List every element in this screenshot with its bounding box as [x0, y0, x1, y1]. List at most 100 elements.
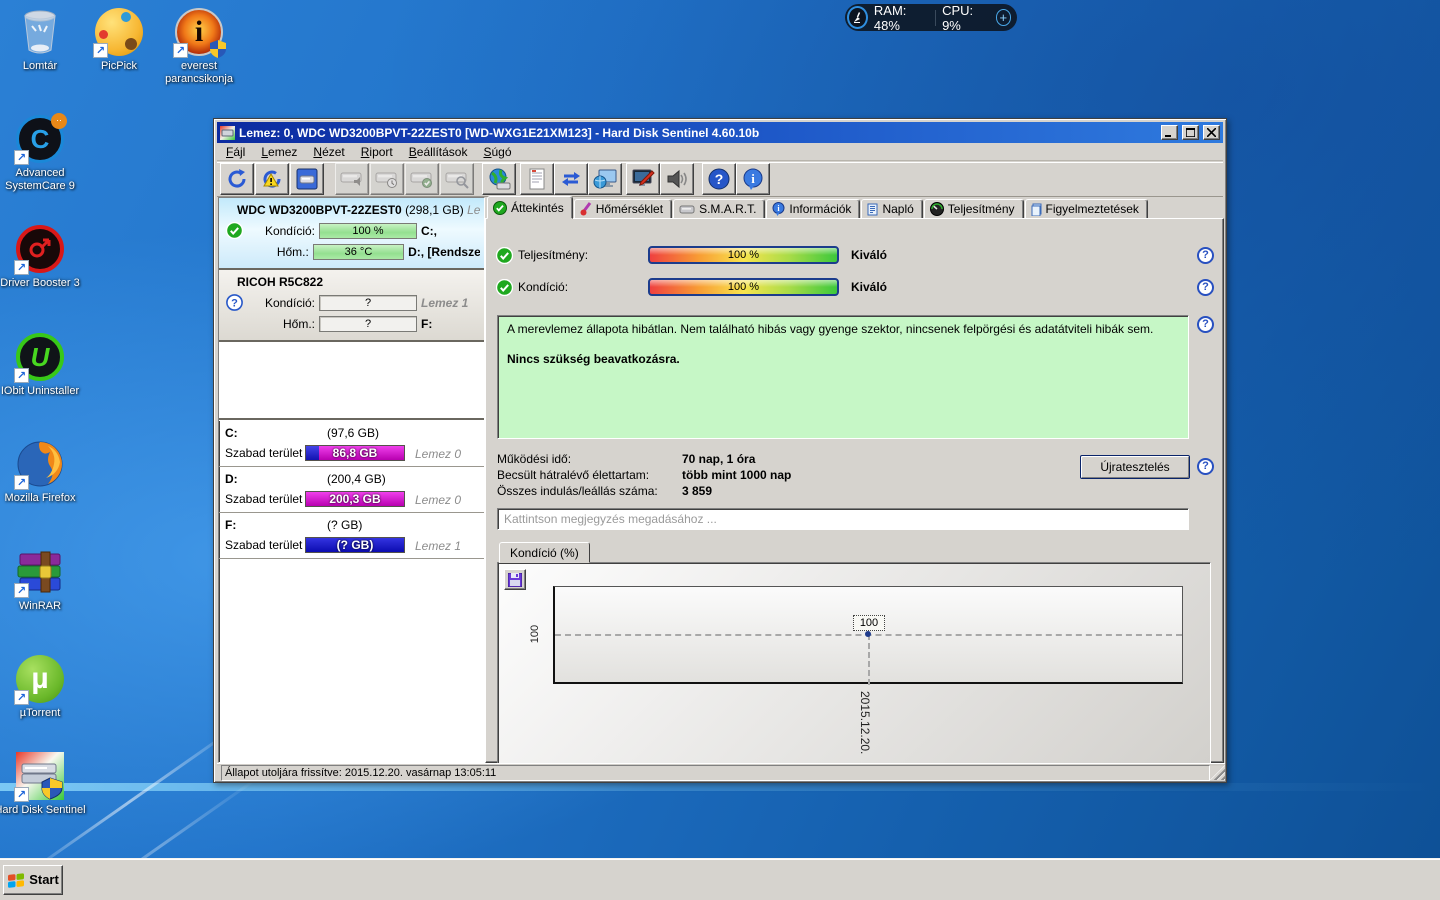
- sync-button[interactable]: [554, 163, 588, 195]
- shortcut-arrow-icon: ↗: [14, 787, 29, 802]
- status-unknown-icon: ?: [223, 294, 245, 311]
- desktop-icon-label: IObit Uninstaller: [0, 385, 80, 397]
- chart-tab-condition[interactable]: Kondíció (%): [499, 542, 590, 563]
- desktop-icon-everest[interactable]: i ↗ everest parancsikonja: [153, 8, 245, 86]
- settings-button[interactable]: [626, 163, 660, 195]
- performance-monitor-widget[interactable]: RAM: 48% CPU: 9% +: [845, 2, 1017, 33]
- desktop-icon-driver-booster[interactable]: ↗ Driver Booster 3: [0, 225, 86, 290]
- help-button[interactable]: ?: [702, 163, 736, 195]
- svg-text:?: ?: [715, 171, 724, 187]
- overview-content: Teljesítmény: 100 % Kiváló ? Kondíció: 1…: [485, 218, 1224, 769]
- close-button[interactable]: [1203, 125, 1220, 140]
- menu-view[interactable]: Nézet: [306, 144, 351, 160]
- help-icon[interactable]: ?: [1197, 458, 1214, 475]
- windows-flag-icon: [8, 872, 25, 888]
- tab-information[interactable]: i Információk: [766, 199, 861, 219]
- disk-item-wdc[interactable]: WDC WD3200BPVT-22ZEST0 (298,1 GB) Lemez …: [219, 198, 484, 270]
- sound-button[interactable]: [660, 163, 694, 195]
- partition-f[interactable]: F: (? GB) Szabad terület (? GB) Lemez 1: [219, 513, 484, 559]
- disk-test-ok-button[interactable]: [405, 163, 439, 195]
- chart-point-guide: [868, 634, 870, 685]
- tab-alerts[interactable]: Figyelmeztetések: [1024, 199, 1148, 219]
- desktop-icon-label: µTorrent: [19, 707, 61, 719]
- minimize-button[interactable]: [1161, 125, 1178, 140]
- tab-label: Információk: [789, 202, 852, 216]
- help-icon[interactable]: ?: [1197, 278, 1214, 296]
- condition-label: Kondíció:: [264, 223, 315, 238]
- disk-view-button[interactable]: [290, 163, 324, 195]
- disk-sound-test-button[interactable]: [335, 163, 369, 195]
- tab-smart[interactable]: S.M.A.R.T.: [673, 199, 766, 219]
- shortcut-arrow-icon: ↗: [14, 368, 29, 383]
- partition-d[interactable]: D: (200,4 GB) Szabad terület 200,3 GB Lem…: [219, 467, 484, 513]
- partition-c[interactable]: C: (97,6 GB) Szabad terület 86,8 GB Lemez…: [219, 421, 484, 467]
- desktop-icon-label: Advanced SystemCare 9: [5, 167, 75, 192]
- condition-bar: 100 %: [648, 278, 839, 296]
- desktop-icon-utorrent[interactable]: µ ↗ µTorrent: [0, 655, 86, 720]
- tab-performance[interactable]: Teljesítmény: [923, 199, 1024, 219]
- menu-report[interactable]: Riport: [354, 144, 400, 160]
- help-icon[interactable]: ?: [1197, 246, 1214, 264]
- stat-label: Becsült hátralévő élettartam:: [497, 468, 650, 482]
- wallpaper-light-streak: [0, 783, 1440, 791]
- menu-settings[interactable]: Beállítások: [402, 144, 475, 160]
- shortcut-arrow-icon: ↗: [14, 260, 29, 275]
- stat-value: 70 nap, 1 óra: [682, 452, 756, 466]
- desktop-icon-firefox[interactable]: ↗ Mozilla Firefox: [0, 440, 86, 505]
- tab-temperature[interactable]: Hőmérséklet: [573, 199, 673, 219]
- start-button[interactable]: Start: [3, 864, 63, 895]
- help-icon[interactable]: ?: [1197, 316, 1214, 333]
- refresh-alert-button[interactable]: [255, 163, 289, 195]
- widget-expand-button[interactable]: +: [995, 9, 1011, 26]
- disk-item-ricoh[interactable]: RICOH R5C822 ? Kondíció: ? Lemez 1 Hőm.:…: [219, 270, 484, 342]
- refresh-button[interactable]: [220, 163, 254, 195]
- chart-plot-area: 100 100: [529, 586, 1183, 685]
- desktop-icon-picpick[interactable]: ↗ PicPick: [73, 8, 165, 73]
- free-space-label: Szabad terület: [225, 492, 303, 506]
- condition-bar: 100 %: [319, 222, 417, 239]
- desktop-icon-iobit-uninstaller[interactable]: U ↗ IObit Uninstaller: [0, 333, 86, 398]
- temperature-bar: ?: [319, 315, 417, 332]
- status-ok-icon: [496, 278, 513, 296]
- disk-tag: Lemez 1: [421, 295, 469, 310]
- disk-tag: Lemez 0: [467, 203, 480, 217]
- desktop-icon-winrar[interactable]: ↗ WinRAR: [0, 548, 86, 613]
- taskbar: Start e C HU « C 13:07 2015.12.20.: [0, 858, 1440, 900]
- disk-surface-test-button[interactable]: [440, 163, 474, 195]
- window-titlebar[interactable]: Lemez: 0, WDC WD3200BPVT-22ZEST0 [WD-WXG…: [217, 122, 1223, 143]
- condition-label: Kondíció:: [518, 280, 569, 294]
- partition-letter: D:: [225, 472, 238, 486]
- disk-volumes: D:, [Rendszer: [408, 244, 481, 259]
- desktop-icon-hard-disk-sentinel[interactable]: ↗ Hard Disk Sentinel: [0, 752, 86, 817]
- toolbar: ? i: [217, 162, 1223, 197]
- desktop-icon-advanced-systemcare[interactable]: C ·· ↗ Advanced SystemCare 9: [0, 113, 86, 193]
- report-button[interactable]: [520, 163, 554, 195]
- remote-monitor-button[interactable]: [588, 163, 622, 195]
- winrar-icon: ↗: [14, 548, 64, 598]
- menu-disk[interactable]: Lemez: [254, 144, 304, 160]
- comment-input[interactable]: [497, 508, 1189, 530]
- tab-log[interactable]: Napló: [861, 199, 923, 219]
- desktop-icon-label: WinRAR: [18, 600, 62, 612]
- chart-save-button[interactable]: [504, 569, 526, 590]
- window-statusbar: Állapot utoljára frissítve: 2015.12.20. …: [217, 763, 1225, 781]
- driver-booster-icon: ↗: [14, 225, 64, 275]
- retest-button[interactable]: Újratesztelés: [1080, 455, 1190, 479]
- maximize-button[interactable]: [1182, 125, 1199, 140]
- health-action: Nincs szükség beavatkozásra.: [507, 352, 680, 366]
- desktop: RAM: 48% CPU: 9% + Lomtár ↗ PicPick i ↗ …: [0, 0, 1440, 900]
- performance-rating: Kiváló: [851, 248, 888, 262]
- info-button[interactable]: i: [736, 163, 770, 195]
- disk-list-empty: [219, 342, 484, 418]
- cpu-usage: CPU: 9%: [942, 2, 974, 33]
- menu-help[interactable]: Súgó: [476, 144, 518, 160]
- shortcut-arrow-icon: ↗: [14, 583, 29, 598]
- resize-grip[interactable]: [1210, 765, 1225, 780]
- network-disks-button[interactable]: [482, 163, 516, 195]
- menu-file[interactable]: Fájl: [219, 144, 252, 160]
- disk-schedule-button[interactable]: [370, 163, 404, 195]
- tab-overview[interactable]: Áttekintés: [487, 196, 573, 219]
- disk-volumes: C:,: [421, 223, 437, 238]
- partition-letter: C:: [225, 426, 238, 440]
- partition-letter: F:: [225, 518, 237, 532]
